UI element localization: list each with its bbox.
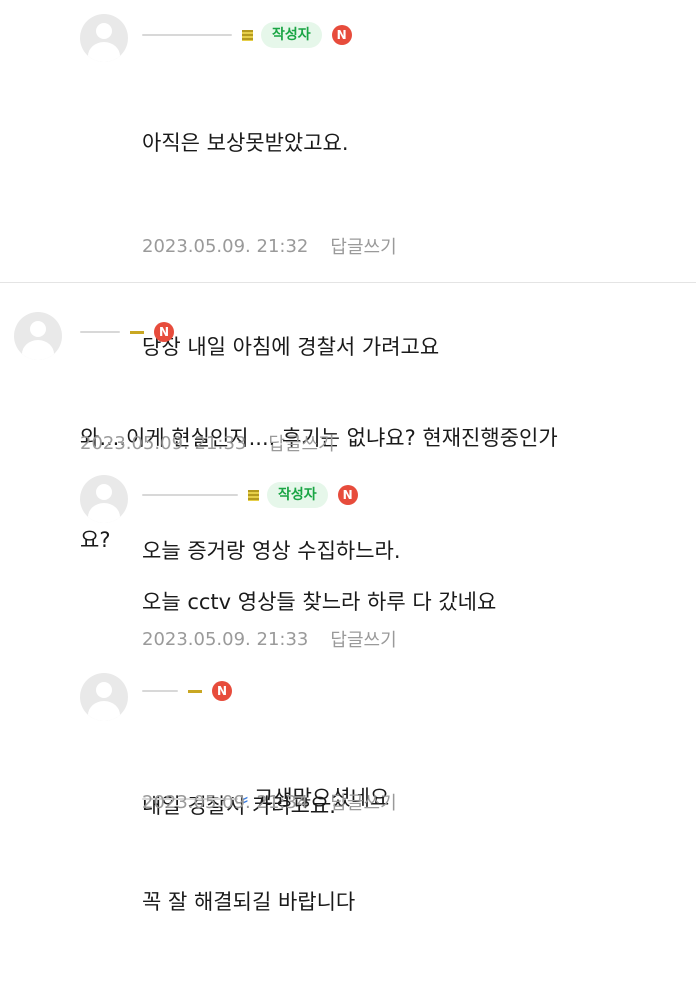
- avatar[interactable]: [80, 14, 128, 62]
- comment-date: 2023.05.09. 21:34: [142, 791, 309, 813]
- reply-button[interactable]: 답글쓰기: [330, 789, 396, 815]
- avatar[interactable]: [80, 475, 128, 523]
- comment-meta: 작성자 N: [142, 482, 358, 508]
- comment-line: 오늘 cctv 영상들 찾느라 하루 다 갔네요: [142, 590, 497, 614]
- nickname-redacted[interactable]: [142, 690, 178, 692]
- new-badge: N: [331, 25, 352, 45]
- comment-footer: 2023.05.09. 21:33 답글쓰기: [80, 430, 335, 456]
- comment-text: ⸗ 고생많으셨네요 꼭 잘 해결되길 바랍니다: [142, 713, 389, 987]
- nickname-redacted[interactable]: [80, 331, 120, 333]
- comment-meta: N: [80, 319, 174, 345]
- divider: [0, 282, 696, 283]
- comment-footer: 2023.05.09. 21:32 답글쓰기: [142, 233, 397, 259]
- author-badge: 작성자: [267, 482, 328, 508]
- reply-button[interactable]: 답글쓰기: [330, 233, 396, 259]
- new-badge: N: [212, 681, 232, 701]
- comment-footer: 2023.05.09. 21:33 답글쓰기: [142, 626, 397, 652]
- comment-date: 2023.05.09. 21:33: [142, 628, 309, 650]
- comment-date: 2023.05.09. 21:32: [142, 235, 309, 257]
- avatar[interactable]: [14, 312, 62, 360]
- comment-line: 아직은 보상못받았고요.: [142, 131, 349, 155]
- nickname-redacted[interactable]: [142, 494, 238, 496]
- avatar[interactable]: [80, 673, 128, 721]
- author-badge: 작성자: [261, 22, 322, 48]
- comment-date: 2023.05.09. 21:33: [80, 432, 247, 454]
- comment-footer: 2023.05.09. 21:34 답글쓰기: [142, 789, 397, 815]
- member-grade-icon: [130, 330, 144, 334]
- member-grade-icon: [248, 489, 259, 501]
- member-grade-icon: [242, 29, 253, 41]
- nickname-redacted[interactable]: [142, 34, 232, 36]
- reply-button[interactable]: 답글쓰기: [330, 626, 396, 652]
- comment-meta: N: [142, 678, 232, 704]
- new-badge: N: [154, 322, 174, 342]
- new-badge: N: [337, 485, 358, 505]
- comment-meta: 작성자 N: [142, 22, 352, 48]
- member-grade-icon: [188, 689, 202, 693]
- reply-button[interactable]: 답글쓰기: [268, 430, 334, 456]
- comment-line: 꼭 잘 해결되길 바랍니다: [142, 890, 356, 914]
